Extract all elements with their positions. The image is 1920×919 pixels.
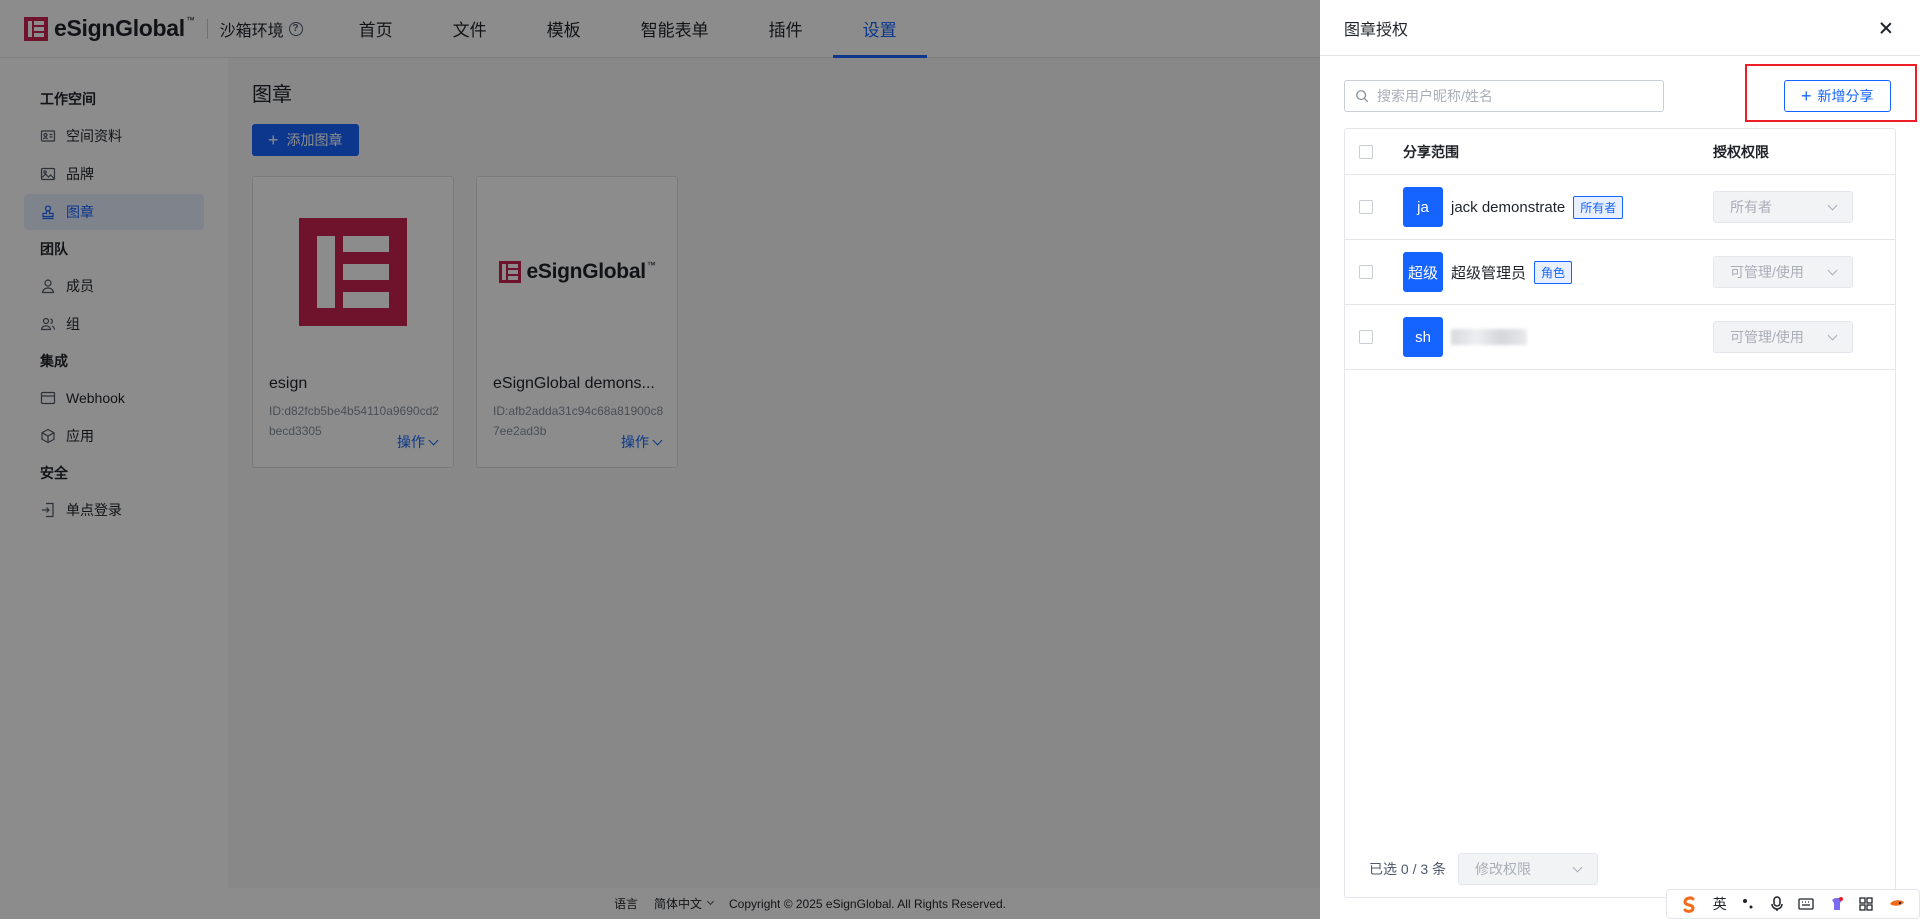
user-search-field[interactable]	[1344, 80, 1664, 112]
avatar: 超级	[1403, 252, 1443, 292]
seal-authorization-drawer: 图章授权 分享范围 授权权限 ja jack demonstrate 所有者 所…	[1320, 0, 1920, 919]
permission-select[interactable]: 可管理/使用	[1713, 256, 1853, 288]
avatar: ja	[1403, 187, 1443, 227]
bulk-permission-label: 修改权限	[1475, 861, 1532, 877]
column-header-permission: 授权权限	[1713, 143, 1769, 160]
skin-icon[interactable]	[1829, 896, 1845, 912]
share-scope-cell: sh	[1403, 317, 1713, 357]
select-all-checkbox[interactable]	[1359, 144, 1373, 159]
table-footer: 已选 0 / 3 条 修改权限	[1369, 853, 1599, 885]
row-checkbox[interactable]	[1359, 265, 1373, 279]
user-name: jack demonstrate	[1451, 198, 1566, 216]
chevron-down-icon	[1827, 200, 1838, 210]
chevron-down-icon	[1827, 265, 1838, 275]
ime-language[interactable]: 英	[1713, 894, 1727, 914]
permission-value: 可管理/使用	[1730, 264, 1804, 280]
row-checkbox[interactable]	[1359, 330, 1373, 344]
drawer-header: 图章授权	[1320, 0, 1920, 56]
highlight-box	[1745, 64, 1917, 122]
sogou-logo-icon[interactable]	[1680, 895, 1698, 913]
search-icon	[1356, 90, 1369, 103]
grid-menu-icon[interactable]	[1859, 897, 1873, 911]
permission-value: 可管理/使用	[1730, 329, 1804, 345]
table-header: 分享范围 授权权限	[1345, 129, 1895, 175]
ime-toolbar: 英	[1666, 889, 1920, 919]
table-row: 超级 超级管理员 角色 可管理/使用	[1345, 240, 1895, 305]
permission-select[interactable]: 可管理/使用	[1713, 321, 1853, 353]
drawer-title: 图章授权	[1344, 21, 1409, 39]
table-row: ja jack demonstrate 所有者 所有者	[1345, 175, 1895, 240]
share-table: 分享范围 授权权限 ja jack demonstrate 所有者 所有者 超级…	[1344, 128, 1896, 898]
redacted-user-name	[1451, 329, 1527, 345]
table-row: sh 可管理/使用	[1345, 305, 1895, 370]
column-header-scope: 分享范围	[1403, 143, 1459, 160]
share-scope-cell: 超级 超级管理员 角色	[1403, 252, 1713, 292]
row-checkbox[interactable]	[1359, 200, 1373, 214]
close-icon[interactable]	[1876, 18, 1896, 38]
permission-value: 所有者	[1730, 199, 1772, 215]
permission-select[interactable]: 所有者	[1713, 191, 1853, 223]
bulk-permission-select[interactable]: 修改权限	[1458, 853, 1599, 885]
role-tag: 角色	[1534, 260, 1573, 284]
avatar: sh	[1403, 317, 1443, 357]
chevron-down-icon	[1827, 330, 1838, 340]
sogou-mascot-icon[interactable]	[1888, 897, 1906, 911]
chevron-down-icon	[1572, 862, 1583, 872]
user-name: 超级管理员	[1451, 264, 1527, 282]
microphone-icon[interactable]	[1770, 896, 1784, 912]
search-input[interactable]	[1377, 88, 1657, 104]
keyboard-icon[interactable]	[1798, 897, 1814, 911]
selected-count: 已选 0 / 3 条	[1369, 861, 1447, 877]
punctuation-icon[interactable]	[1741, 897, 1755, 911]
share-scope-cell: ja jack demonstrate 所有者	[1403, 187, 1713, 227]
owner-tag: 所有者	[1573, 195, 1624, 219]
